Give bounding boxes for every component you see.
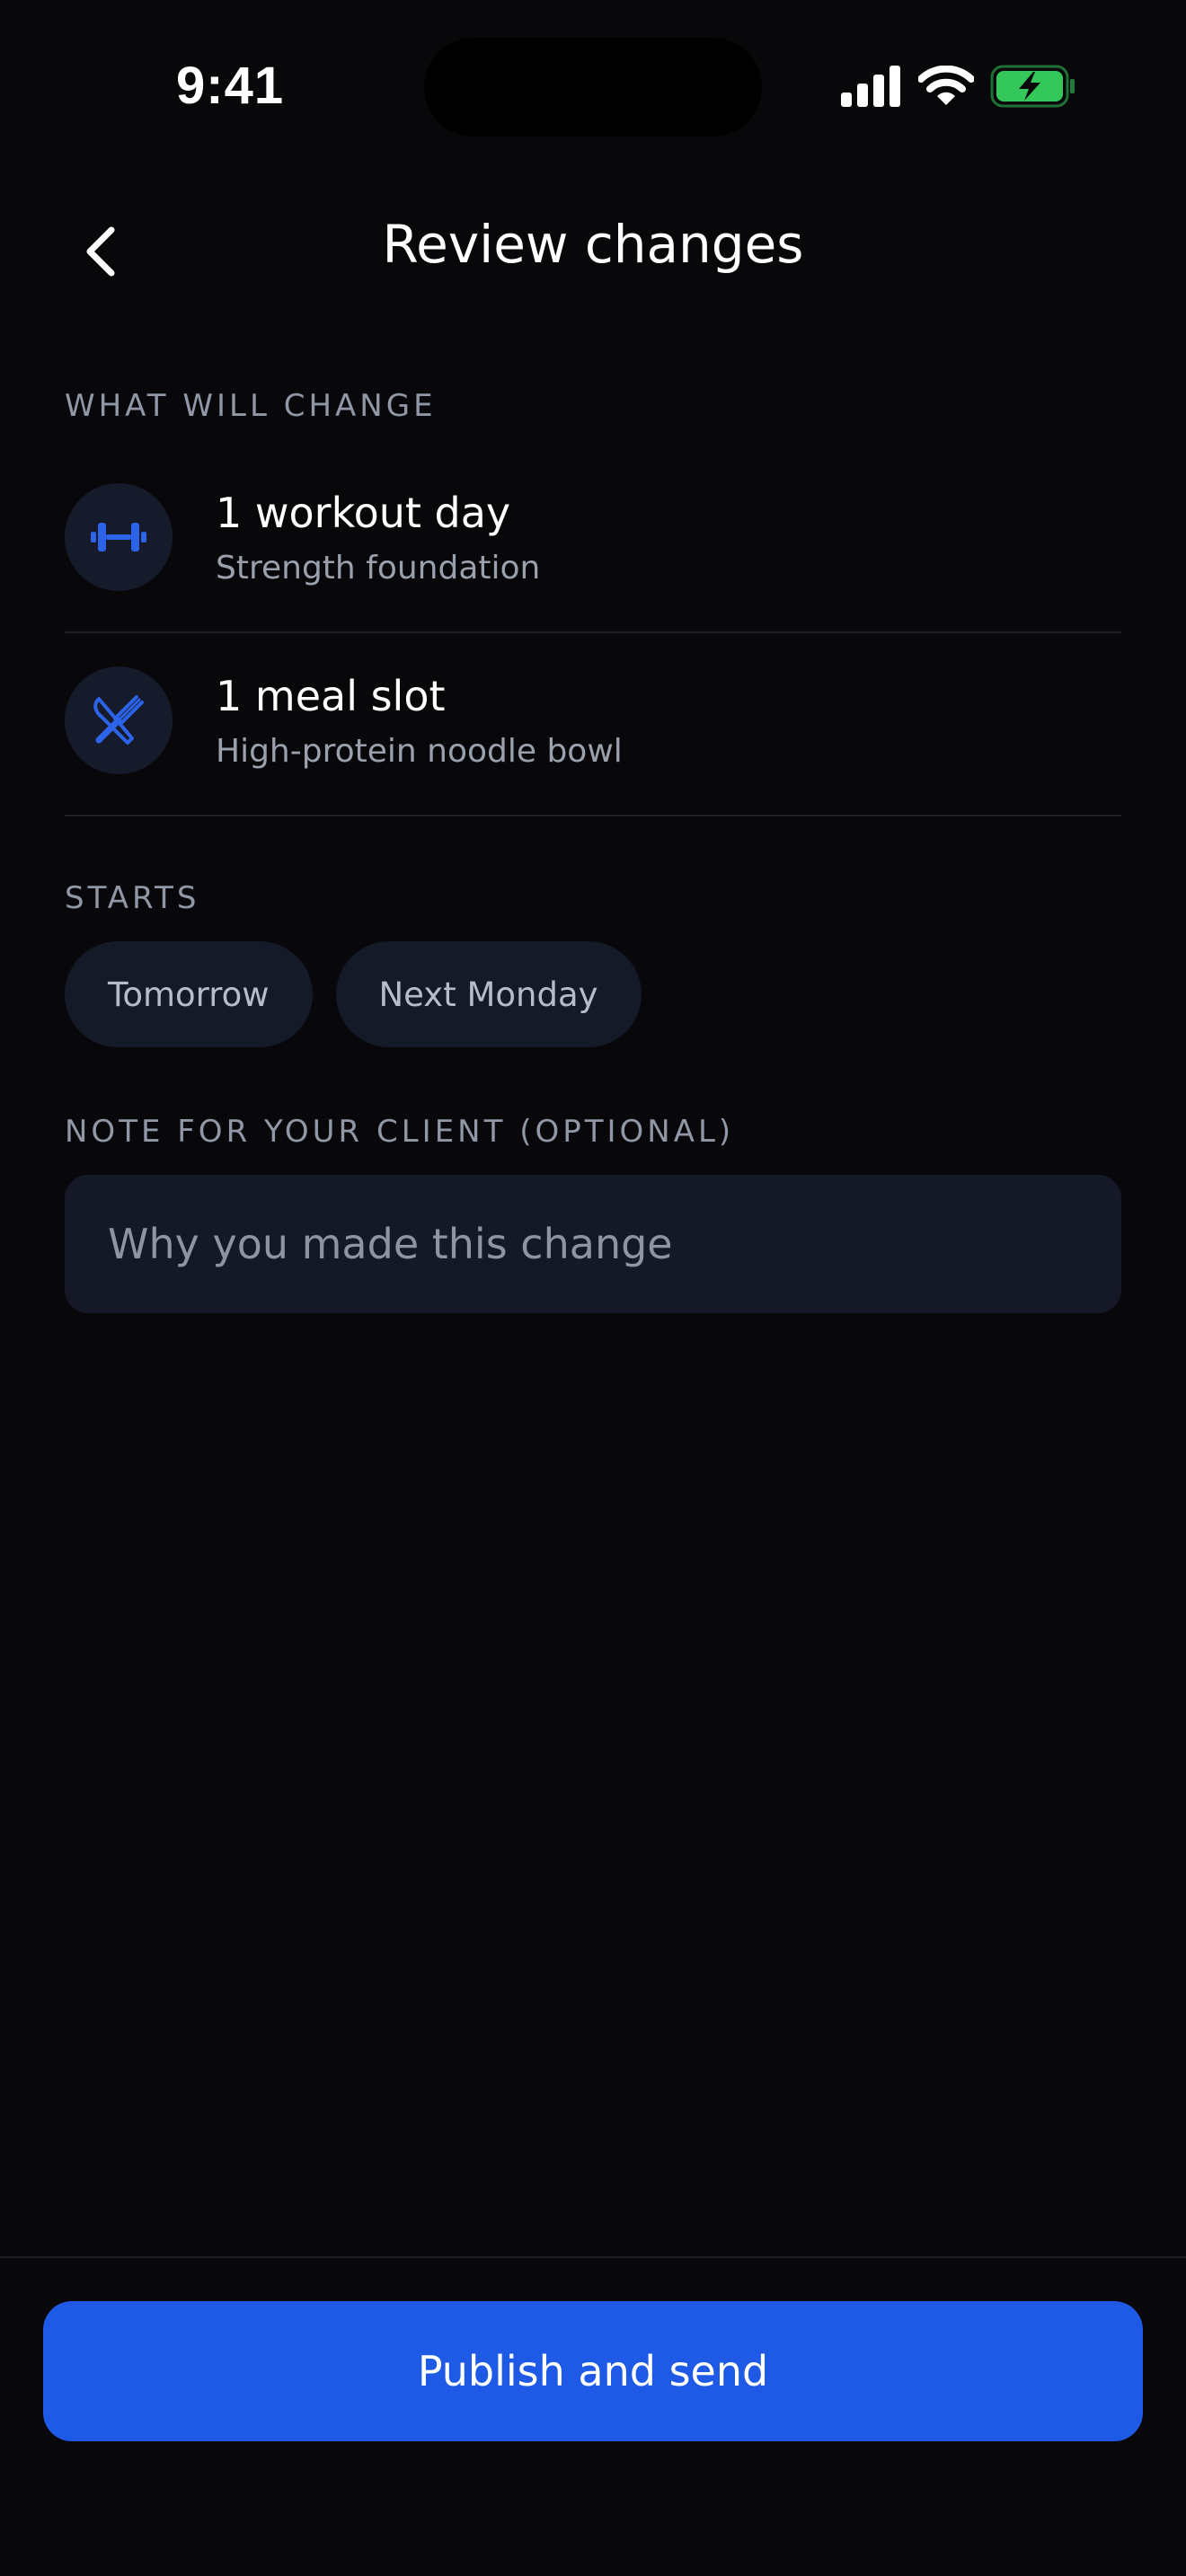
meal-icon-badge bbox=[65, 666, 173, 774]
start-date-options: Tomorrow Next Monday bbox=[65, 941, 642, 1047]
workout-icon-badge bbox=[65, 483, 173, 591]
change-item-title: 1 meal slot bbox=[216, 672, 446, 720]
change-item-title: 1 workout day bbox=[216, 489, 511, 537]
status-icons bbox=[841, 65, 1076, 108]
starts-label: STARTS bbox=[65, 880, 200, 916]
change-item-meal: 1 meal slot High-protein noodle bowl bbox=[65, 632, 1121, 816]
status-time: 9:41 bbox=[176, 57, 285, 115]
client-note-label: NOTE FOR YOUR CLIENT (OPTIONAL) bbox=[65, 1114, 735, 1150]
page-title: Review changes bbox=[382, 214, 804, 275]
change-item-subtitle: Strength foundation bbox=[216, 550, 541, 587]
change-item-subtitle: High-protein noodle bowl bbox=[216, 733, 623, 770]
status-bar: 9:41 bbox=[0, 0, 1186, 171]
what-will-change-label: WHAT WILL CHANGE bbox=[65, 388, 437, 424]
nav-header: Review changes bbox=[0, 198, 1186, 296]
dynamic-island bbox=[424, 38, 762, 137]
change-item-workout: 1 workout day Strength foundation bbox=[65, 449, 1121, 633]
battery-charging-icon bbox=[990, 65, 1075, 108]
wifi-icon bbox=[918, 66, 974, 105]
cellular-signal-icon bbox=[841, 66, 900, 107]
dumbbell-icon bbox=[91, 523, 146, 551]
start-option-next-monday[interactable]: Next Monday bbox=[335, 941, 642, 1047]
client-note-input[interactable] bbox=[65, 1175, 1121, 1313]
publish-and-send-button[interactable]: Publish and send bbox=[43, 2301, 1143, 2441]
start-option-tomorrow[interactable]: Tomorrow bbox=[65, 941, 313, 1047]
utensils-icon bbox=[93, 695, 144, 745]
footer-divider bbox=[0, 2256, 1186, 2258]
